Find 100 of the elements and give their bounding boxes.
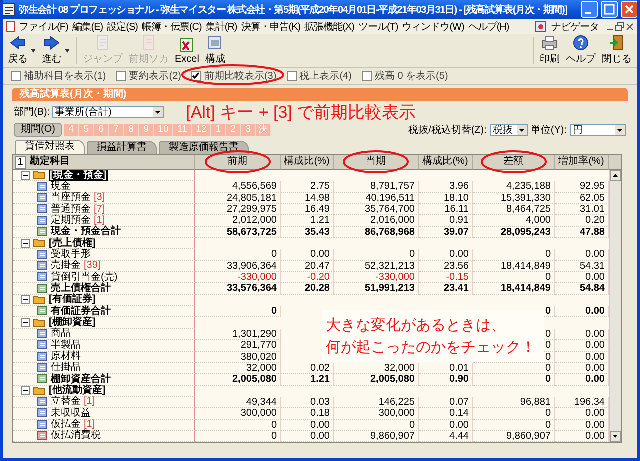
account-name[interactable]: [現金・預金] (49, 170, 108, 181)
maximize-button[interactable] (601, 1, 618, 18)
account-name[interactable]: [有価証券] (49, 294, 96, 306)
checkbox-icon[interactable] (116, 71, 126, 81)
column-header[interactable]: 差額 (504, 156, 524, 167)
option-checkbox[interactable]: 残高 0 を表示(5) (362, 69, 448, 83)
account-name[interactable]: [他流動資産] (49, 385, 106, 396)
option-checkbox[interactable]: 税上表示(4) (286, 69, 352, 83)
restore-button[interactable] (615, 22, 625, 32)
minimize-button[interactable] (581, 1, 598, 18)
account-name[interactable]: 現金・預金合計 (51, 226, 121, 238)
menu-item[interactable]: 編集(E) (70, 20, 106, 34)
close-button[interactable]: 閉じる (599, 34, 635, 67)
account-name[interactable]: 商品 (51, 328, 71, 340)
menu-item[interactable]: 決算・申告(K) (239, 20, 303, 34)
menu-item[interactable]: 集計(R) (204, 20, 240, 34)
tab[interactable]: 製造原価報告書 (159, 141, 249, 154)
scroll-down-icon[interactable] (610, 431, 621, 442)
account-name[interactable]: 未収収益 (51, 408, 91, 420)
checkbox-icon[interactable] (191, 71, 202, 81)
collapse-icon[interactable] (21, 318, 30, 328)
menu-item[interactable]: 拡張機能(X) (302, 20, 356, 34)
account-name[interactable]: 売上債権合計 (51, 282, 111, 294)
department-dropdown[interactable]: 事業所(合計) (52, 106, 164, 118)
account-name[interactable]: 立替金 (51, 396, 81, 408)
table-cell: 47.88 (580, 226, 605, 238)
column-header[interactable]: 前期 (228, 156, 248, 167)
account-name[interactable]: 仮払消費税 (51, 430, 101, 442)
table-cell: 0 (271, 430, 277, 442)
scroll-up-icon[interactable] (610, 170, 621, 181)
table-cell: 0 (409, 249, 415, 260)
excel-button[interactable]: Excel (172, 34, 202, 67)
table-cell: 0 (545, 408, 551, 420)
option-checkbox[interactable]: 要約表示(2) (116, 69, 182, 83)
menu-item[interactable]: ウィンドウ(W) (400, 20, 466, 34)
table-cell: 54.31 (580, 260, 605, 272)
account-name[interactable]: [売上債権] (49, 238, 96, 249)
close-button[interactable] (625, 22, 635, 32)
account-name[interactable]: 受取手形 (51, 248, 91, 260)
table-cell: 0.00 (586, 272, 605, 284)
app-icon (3, 2, 16, 16)
exit-door-icon (608, 35, 626, 51)
forward-button[interactable]: 進む (39, 34, 65, 67)
table-cell: 0.00 (586, 306, 605, 318)
table-cell: 2,012,000 (232, 215, 277, 226)
account-name[interactable]: 貸倒引当金(売) (51, 272, 118, 283)
menu-item[interactable]: 帳簿・伝票(C) (140, 20, 204, 34)
tax-dropdown[interactable]: 税抜 (490, 124, 528, 136)
ledger-icon (37, 204, 48, 214)
checkbox-icon[interactable] (362, 71, 372, 81)
account-name[interactable]: 仕掛品 (51, 362, 81, 374)
account-name[interactable]: 売掛金 (51, 260, 81, 272)
option-checkbox[interactable]: 補助科目を表示(1) (11, 69, 106, 83)
table-cell: 4,235,188 (506, 181, 551, 192)
collapse-icon[interactable] (21, 386, 30, 396)
print-button[interactable]: 印刷 (537, 34, 563, 67)
window-title: 弥生会計 08 プロフェッショナル - 弥生マイスター 株式会社・第5期(平成20年04月01日-平成21年03月31日) - [残高試算表(月次・期間)] (19, 3, 568, 16)
tab[interactable]: 損益計算書 (87, 141, 157, 154)
period-button[interactable]: 期間(O) (14, 123, 62, 137)
menu-item[interactable]: 設定(S) (105, 20, 140, 34)
table-cell: 196.34 (574, 396, 605, 408)
dropdown-arrow-icon[interactable] (31, 48, 36, 52)
menu-item[interactable]: ツール(T) (356, 20, 400, 34)
account-name[interactable]: 原材料 (51, 351, 81, 362)
tab[interactable]: 貸借対照表 (15, 140, 85, 154)
navigator-button[interactable]: ナビゲータ (550, 20, 601, 34)
collapse-icon[interactable] (21, 295, 30, 304)
table-cell: 2,016,000 (370, 215, 415, 226)
account-name[interactable]: 当座預金 (51, 192, 91, 204)
table-cell: 32,000 (246, 362, 277, 374)
account-name[interactable]: 仮払金 (51, 419, 81, 430)
table-cell: 51,991,213 (364, 283, 415, 294)
checkbox-icon[interactable] (286, 71, 297, 81)
account-name[interactable]: 有価証券合計 (51, 306, 111, 317)
account-name[interactable]: 現金 (51, 180, 71, 192)
account-name[interactable]: 棚卸資産合計 (51, 374, 111, 386)
column-header[interactable]: 当期 (366, 156, 386, 167)
account-name[interactable]: 半製品 (51, 340, 81, 351)
printer-icon (541, 35, 559, 51)
collapse-icon[interactable] (21, 170, 30, 180)
dropdown-arrow-icon[interactable] (65, 48, 70, 52)
account-name[interactable]: 普通預金 (51, 204, 91, 215)
menu-item[interactable]: ファイル(F) (17, 20, 70, 34)
table-cell: 2,005,080 (370, 374, 415, 386)
account-name[interactable]: [棚卸資産] (49, 316, 96, 328)
table-cell: 0.00 (586, 430, 605, 442)
table-cell: 300,000 (240, 408, 277, 420)
entry-count: [3] (94, 192, 106, 204)
table-cell: 23.41 (444, 283, 469, 294)
column-header[interactable]: 勘定科目 (30, 155, 70, 169)
unit-dropdown[interactable]: 円 (570, 124, 626, 136)
collapse-icon[interactable] (21, 238, 30, 248)
table-cell: 0.00 (586, 249, 605, 260)
account-name[interactable]: 定期預金 (51, 214, 91, 226)
layout-button[interactable]: 構成 (202, 34, 228, 67)
help-button[interactable]: ヘルプ (563, 34, 599, 67)
back-button[interactable]: 戻る (5, 34, 31, 67)
folder-icon (33, 238, 46, 248)
checkbox-icon[interactable] (11, 71, 21, 81)
menu-item[interactable]: ヘルプ(H) (466, 20, 512, 34)
